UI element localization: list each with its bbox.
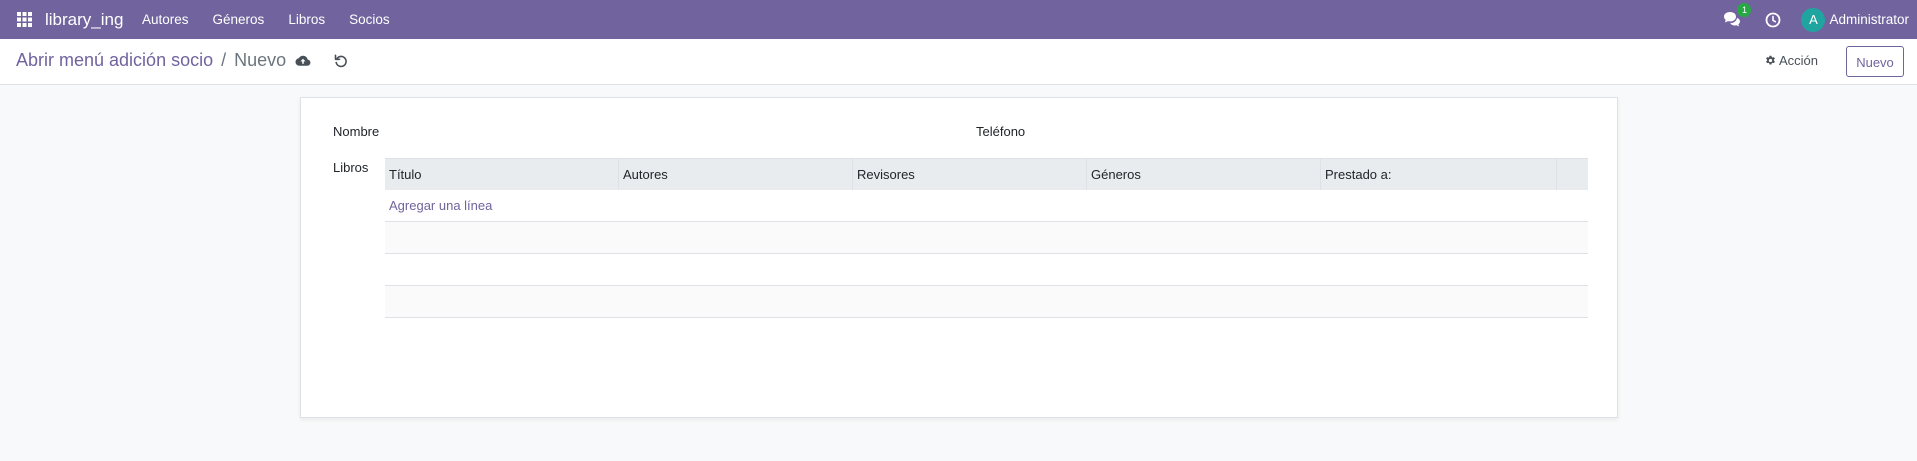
add-line-row: Agregar una línea xyxy=(385,190,1588,222)
user-menu[interactable]: A Administrator xyxy=(1801,7,1909,32)
form-sheet: Nombre Teléfono Libros Título Autores Re… xyxy=(300,97,1618,418)
libros-table-header: Título Autores Revisores Géneros Prestad… xyxy=(385,158,1588,190)
column-header-revisores[interactable]: Revisores xyxy=(853,159,1087,190)
chat-count-badge: 1 xyxy=(1737,2,1752,17)
gear-icon xyxy=(1766,55,1775,65)
table-row xyxy=(385,286,1588,318)
nombre-label: Nombre xyxy=(333,124,380,139)
save-cloud-icon[interactable] xyxy=(295,53,311,69)
discard-undo-icon[interactable] xyxy=(333,53,349,69)
menu-item-socios[interactable]: Socios xyxy=(337,12,402,27)
messaging-button[interactable]: 1 xyxy=(1723,2,1752,29)
libros-label: Libros xyxy=(333,160,369,175)
column-header-prestado[interactable]: Prestado a: xyxy=(1321,159,1557,190)
add-line-link[interactable]: Agregar una línea xyxy=(385,198,492,213)
main-navbar: library_ing Autores Géneros Libros Socio… xyxy=(0,0,1917,39)
column-header-optional[interactable] xyxy=(1557,159,1588,190)
action-menu-button[interactable]: Acción xyxy=(1765,53,1818,68)
apps-grid-icon[interactable] xyxy=(17,12,32,27)
menu-item-generos[interactable]: Géneros xyxy=(201,12,277,27)
avatar: A xyxy=(1801,7,1826,32)
breadcrumb-current: Nuevo xyxy=(234,50,287,70)
table-row xyxy=(385,254,1588,286)
action-label: Acción xyxy=(1779,53,1819,68)
table-row xyxy=(385,222,1588,254)
systray: 1 A Administrator xyxy=(1723,0,1917,39)
new-record-button[interactable]: Nuevo xyxy=(1846,46,1904,77)
menu-item-libros[interactable]: Libros xyxy=(276,12,337,27)
breadcrumb-parent-link[interactable]: Abrir menú adición socio xyxy=(16,50,213,71)
control-panel: Abrir menú adición socio / Nuevo Acción … xyxy=(0,39,1917,85)
activity-clock-icon[interactable] xyxy=(1765,12,1781,28)
libros-table: Título Autores Revisores Géneros Prestad… xyxy=(385,158,1588,318)
menu-item-autores[interactable]: Autores xyxy=(130,12,201,27)
breadcrumb: Abrir menú adición socio / Nuevo xyxy=(16,50,286,71)
breadcrumb-separator: / xyxy=(221,50,227,70)
user-name: Administrator xyxy=(1829,12,1909,27)
nombre-field[interactable] xyxy=(431,122,955,144)
app-brand[interactable]: library_ing xyxy=(45,10,123,30)
column-header-autores[interactable]: Autores xyxy=(619,159,853,190)
telefono-label: Teléfono xyxy=(976,124,1026,139)
telefono-field[interactable] xyxy=(1061,122,1585,144)
column-header-generos[interactable]: Géneros xyxy=(1087,159,1321,190)
column-header-titulo[interactable]: Título xyxy=(385,159,619,190)
top-menu: Autores Géneros Libros Socios xyxy=(130,0,402,39)
